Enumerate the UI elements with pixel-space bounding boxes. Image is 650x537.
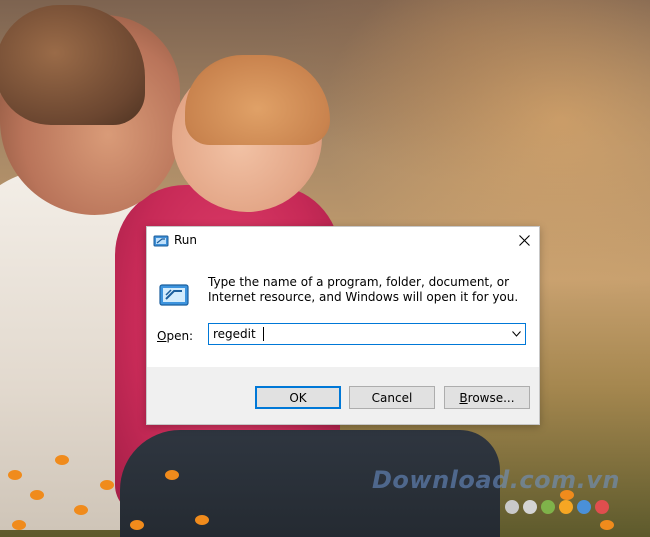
open-label-text: pen: [166, 329, 194, 343]
close-button[interactable] [509, 227, 539, 253]
watermark-dot [595, 500, 609, 514]
photo-flower [12, 520, 26, 530]
text-caret [263, 327, 264, 341]
photo-flower [100, 480, 114, 490]
open-input[interactable] [209, 324, 509, 344]
watermark-dot [505, 500, 519, 514]
dialog-description: Type the name of a program, folder, docu… [208, 275, 519, 304]
watermark-dot [577, 500, 591, 514]
dropdown-button[interactable] [507, 324, 525, 344]
photo-flower [165, 470, 179, 480]
desktop-background: Download.com.vn Run Type the name of a p… [0, 0, 650, 537]
photo-flower [74, 505, 88, 515]
run-icon [153, 235, 169, 247]
photo-girl-hair [185, 55, 330, 145]
chevron-down-icon [511, 331, 521, 337]
close-icon [518, 234, 530, 246]
photo-flower [600, 520, 614, 530]
cancel-button[interactable]: Cancel [349, 386, 435, 409]
browse-mnemonic: B [459, 390, 468, 405]
photo-flower [8, 470, 22, 480]
photo-flower [30, 490, 44, 500]
watermark-dot [523, 500, 537, 514]
photo-flower [130, 520, 144, 530]
watermark-dot [559, 500, 573, 514]
photo-flower [195, 515, 209, 525]
watermark-dots [505, 500, 609, 514]
dialog-title: Run [174, 233, 198, 247]
browse-button[interactable]: Browse... [444, 386, 530, 409]
watermark-text: Download.com.vn [372, 466, 620, 494]
dialog-footer: OK Cancel Browse... [147, 367, 539, 424]
dialog-content: Type the name of a program, folder, docu… [147, 255, 539, 367]
run-dialog: Run Type the name of a program, folder, … [146, 226, 540, 425]
run-icon [159, 284, 189, 306]
open-label: Open: [157, 329, 193, 343]
ok-button[interactable]: OK [255, 386, 341, 409]
photo-flower [55, 455, 69, 465]
title-bar[interactable]: Run [147, 227, 539, 255]
watermark-dot [541, 500, 555, 514]
open-combobox[interactable] [208, 323, 526, 345]
browse-label: rowse... [467, 390, 515, 405]
